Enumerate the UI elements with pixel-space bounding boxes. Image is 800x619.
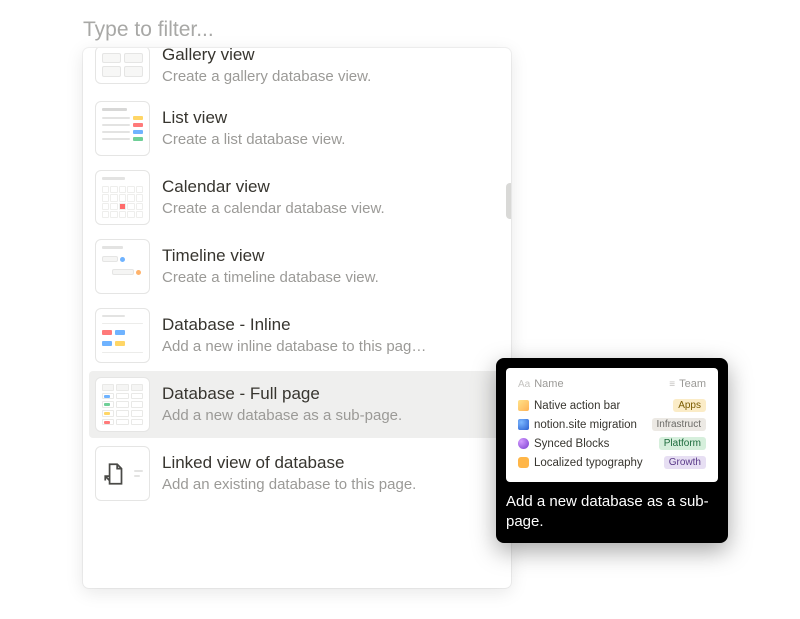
preview-tag: Apps: [673, 399, 706, 412]
thumb-calendar-icon: [95, 170, 150, 225]
thumb-list-icon: [95, 101, 150, 156]
menu-item-desc: Add a new inline database to this pag…: [162, 337, 499, 357]
thumb-timeline-icon: [95, 239, 150, 294]
preview-row: Localized typography Growth: [518, 453, 706, 472]
menu-item-timeline-view[interactable]: Timeline view Create a timeline database…: [89, 233, 505, 300]
menu-item-gallery-view[interactable]: Gallery view Create a gallery database v…: [89, 54, 505, 93]
block-type-menu: Gallery view Create a gallery database v…: [83, 48, 511, 588]
menu-item-desc: Add a new database as a sub-page.: [162, 406, 499, 426]
menu-item-title: Linked view of database: [162, 452, 499, 475]
menu-item-title: Timeline view: [162, 245, 499, 268]
scrollbar-thumb[interactable]: [506, 183, 511, 219]
menu-item-database-inline[interactable]: Database - Inline Add a new inline datab…: [89, 302, 505, 369]
menu-item-linked-view[interactable]: Linked view of database Add an existing …: [89, 440, 505, 507]
menu-item-desc: Create a calendar database view.: [162, 199, 499, 219]
page-arrow-icon: [102, 461, 128, 487]
menu-item-database-full-page[interactable]: Database - Full page Add a new database …: [89, 371, 505, 438]
thumb-linked-view-icon: [95, 446, 150, 501]
thumb-database-full-page-icon: [95, 377, 150, 432]
menu-item-title: Calendar view: [162, 176, 499, 199]
preview-caption: Add a new database as a sub-page.: [506, 492, 718, 533]
preview-col-team: ≡Team: [669, 378, 706, 390]
preview-popover: AaName ≡Team Native action bar Apps noti…: [496, 358, 728, 543]
menu-item-desc: Create a gallery database view.: [162, 67, 499, 87]
preview-row: Native action bar Apps: [518, 396, 706, 415]
preview-col-name: AaName: [518, 378, 564, 390]
preview-image: AaName ≡Team Native action bar Apps noti…: [506, 368, 718, 482]
preview-tag: Infrastruct: [652, 418, 706, 431]
thumb-gallery-icon: [95, 48, 150, 84]
menu-item-desc: Create a list database view.: [162, 130, 499, 150]
filter-input[interactable]: [83, 18, 383, 42]
menu-item-calendar-view[interactable]: Calendar view Create a calendar database…: [89, 164, 505, 231]
menu-item-desc: Create a timeline database view.: [162, 268, 499, 288]
menu-item-title: Database - Full page: [162, 383, 499, 406]
menu-item-title: Database - Inline: [162, 314, 499, 337]
preview-row: Synced Blocks Platform: [518, 434, 706, 453]
preview-tag: Growth: [664, 456, 706, 469]
menu-item-title: List view: [162, 107, 499, 130]
menu-item-desc: Add an existing database to this page.: [162, 475, 499, 495]
preview-tag: Platform: [659, 437, 706, 450]
menu-item-title: Gallery view: [162, 48, 499, 67]
thumb-database-inline-icon: [95, 308, 150, 363]
preview-row: notion.site migration Infrastruct: [518, 415, 706, 434]
menu-item-list-view[interactable]: List view Create a list database view.: [89, 95, 505, 162]
